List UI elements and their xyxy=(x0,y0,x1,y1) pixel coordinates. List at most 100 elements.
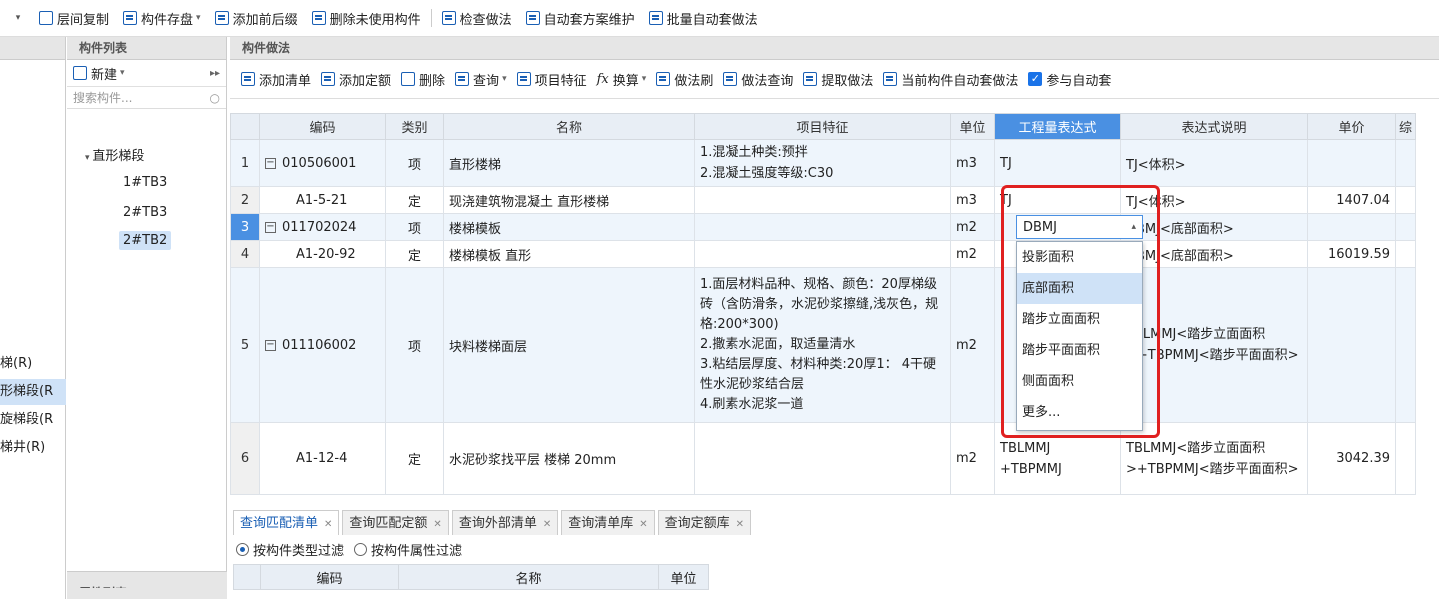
col-header[interactable]: 名称 xyxy=(398,564,659,590)
cell-extra[interactable] xyxy=(1395,139,1416,187)
col-header[interactable]: 编码 xyxy=(260,564,399,590)
cell-feature[interactable]: 1.混凝土种类:预拌 2.混凝土强度等级:C30 xyxy=(694,139,951,187)
tree-item-selected[interactable]: 2#TB2 xyxy=(119,231,172,250)
col-header[interactable]: 综 xyxy=(1395,113,1416,140)
dropdown-option-highlighted[interactable]: 底部面积 xyxy=(1017,273,1142,304)
table-row[interactable]: 5 −011106002 项 块料楼梯面层 1.面层材料品种、规格、颜色：20厚… xyxy=(230,267,1416,423)
radio-type-filter-label[interactable]: 按构件类型过滤 xyxy=(253,540,344,559)
feature-button[interactable]: 项目特征 xyxy=(512,61,592,98)
cell-expr[interactable]: TBLMMJ +TBPMMJ xyxy=(994,422,1121,495)
cell-price[interactable]: 16019.59 xyxy=(1307,240,1396,268)
dropdown-option[interactable]: 踏步立面面积 xyxy=(1017,304,1142,335)
cell-feature[interactable] xyxy=(694,186,951,214)
cell-desc[interactable]: DBMJ<底部面积> xyxy=(1120,240,1308,268)
col-header[interactable]: 项目特征 xyxy=(694,113,951,140)
col-header[interactable]: 编码 xyxy=(259,113,386,140)
tree-item[interactable]: 2#TB3 xyxy=(123,205,167,220)
table-row[interactable]: 6 A1-12-4 定 水泥砂浆找平层 楼梯 20mm m2 TBLMMJ +T… xyxy=(230,422,1416,495)
cell-name[interactable]: 楼梯模板 xyxy=(443,213,695,241)
tab-external-list[interactable]: 查询外部清单 ✕ xyxy=(451,510,559,535)
row-number[interactable]: 5 xyxy=(230,267,260,423)
new-component-button[interactable]: 新建 xyxy=(91,64,117,83)
convert-button[interactable]: fx 换算 ▾ xyxy=(592,61,652,98)
cell-desc[interactable]: TBLMMJ<踏步立面面积>+TBPMMJ<踏步平面面积> xyxy=(1120,422,1308,495)
toolbar-dropdown[interactable]: ▾ xyxy=(4,0,32,37)
row-number[interactable]: 2 xyxy=(230,186,260,214)
radio-type-filter[interactable] xyxy=(236,542,249,556)
toolbar-batch-auto-button[interactable]: 批量自动套做法 xyxy=(642,0,765,37)
method-query-button[interactable]: 做法查询 xyxy=(718,61,798,98)
cell-price[interactable]: 1407.04 xyxy=(1307,186,1396,214)
method-brush-button[interactable]: 做法刷 xyxy=(651,61,718,98)
cell-cat[interactable]: 定 xyxy=(385,186,444,214)
table-row-selected[interactable]: 3 −011702024 项 楼梯模板 m2 DBMJ<底部面积> xyxy=(230,213,1416,241)
cell-expr[interactable]: TJ xyxy=(994,139,1121,187)
cell-unit[interactable]: m2 xyxy=(950,240,995,268)
dropdown-option[interactable]: 侧面面积 xyxy=(1017,366,1142,397)
row-number[interactable]: 1 xyxy=(230,139,260,187)
cell-price[interactable] xyxy=(1307,139,1396,187)
left-nav-item[interactable]: 梯井(R) xyxy=(0,435,66,461)
cell-desc[interactable]: TJ<体积> xyxy=(1120,186,1308,214)
row-number[interactable]: 6 xyxy=(230,422,260,495)
toolbar-check-method-button[interactable]: 检查做法 xyxy=(435,0,519,37)
col-header[interactable]: 类别 xyxy=(385,113,444,140)
cell-cat[interactable]: 定 xyxy=(385,240,444,268)
cell-desc[interactable]: TJ<体积> xyxy=(1120,139,1308,187)
chevron-up-icon[interactable]: ▴ xyxy=(1131,222,1136,232)
cell-desc[interactable]: DBMJ<底部面积> xyxy=(1120,213,1308,241)
tree-item[interactable]: 1#TB3 xyxy=(123,175,167,190)
cell-desc[interactable]: TBLMMJ<踏步立面面积>+TBPMMJ<踏步平面面积> xyxy=(1120,267,1308,423)
cell-unit[interactable]: m2 xyxy=(950,422,995,495)
close-icon[interactable]: ✕ xyxy=(324,519,332,530)
radio-attr-filter-label[interactable]: 按构件属性过滤 xyxy=(371,540,462,559)
cell-feature[interactable] xyxy=(694,240,951,268)
close-icon[interactable]: ✕ xyxy=(639,519,647,530)
col-header[interactable]: 名称 xyxy=(443,113,695,140)
cell-unit[interactable]: m2 xyxy=(950,267,995,423)
cell-cat[interactable]: 项 xyxy=(385,267,444,423)
cell-code[interactable]: A1-20-92 xyxy=(259,240,386,268)
cell-unit[interactable]: m2 xyxy=(950,213,995,241)
left-nav-item[interactable]: 旋梯段(R xyxy=(0,407,66,433)
col-header[interactable]: 单位 xyxy=(950,113,995,140)
cell-code[interactable]: −011702024 xyxy=(259,213,386,241)
dropdown-option-more[interactable]: 更多... xyxy=(1017,397,1142,428)
auto-participate-checkbox[interactable]: ✓ 参与自动套 xyxy=(1023,61,1116,98)
cell-price[interactable]: 3042.39 xyxy=(1307,422,1396,495)
col-header-active[interactable]: 工程量表达式 xyxy=(994,113,1121,140)
table-row[interactable]: 1 −010506001 项 直形楼梯 1.混凝土种类:预拌 2.混凝土强度等级… xyxy=(230,139,1416,187)
cell-cat[interactable]: 定 xyxy=(385,422,444,495)
cell-feature[interactable]: 1.面层材料品种、规格、颜色：20厚梯级砖（含防滑条，水泥砂浆擦缝,浅灰色，规格… xyxy=(694,267,951,423)
tree-root[interactable]: ▾ 直形梯段 xyxy=(85,145,144,164)
toolbar-copy-floor-button[interactable]: 层间复制 xyxy=(32,0,116,37)
cell-price[interactable] xyxy=(1307,267,1396,423)
cell-unit[interactable]: m3 xyxy=(950,139,995,187)
collapse-icon[interactable]: − xyxy=(265,157,276,169)
cell-name[interactable]: 楼梯模板 直形 xyxy=(443,240,695,268)
collapse-icon[interactable]: − xyxy=(265,221,276,233)
left-nav-item[interactable]: 梯(R) xyxy=(0,351,66,377)
col-header[interactable]: 表达式说明 xyxy=(1120,113,1308,140)
add-quota-button[interactable]: 添加定额 xyxy=(316,61,396,98)
cell-name[interactable]: 直形楼梯 xyxy=(443,139,695,187)
toolbar-auto-scheme-button[interactable]: 自动套方案维护 xyxy=(519,0,642,37)
table-row[interactable]: 4 A1-20-92 定 楼梯模板 直形 m2 DBMJ<底部面积> 16019… xyxy=(230,240,1416,268)
chevron-down-icon[interactable]: ▾ xyxy=(120,68,125,78)
cell-name[interactable]: 水泥砂浆找平层 楼梯 20mm xyxy=(443,422,695,495)
row-number[interactable]: 3 xyxy=(230,213,260,241)
cell-extra[interactable] xyxy=(1395,186,1416,214)
tab-quota-library[interactable]: 查询定额库 ✕ xyxy=(657,510,752,535)
expr-combo-box[interactable]: DBMJ ▴ xyxy=(1016,215,1143,239)
toolbar-save-component-button[interactable]: 构件存盘 ▾ xyxy=(116,0,208,37)
col-header[interactable]: 单位 xyxy=(658,564,709,590)
cell-extra[interactable] xyxy=(1395,422,1416,495)
auto-apply-button[interactable]: 当前构件自动套做法 xyxy=(878,61,1023,98)
toolbar-add-affix-button[interactable]: 添加前后缀 xyxy=(208,0,305,37)
close-icon[interactable]: ✕ xyxy=(736,519,744,530)
row-number[interactable]: 4 xyxy=(230,240,260,268)
collapse-icon[interactable]: − xyxy=(265,339,276,351)
expand-panel-icon[interactable]: ▸▸ xyxy=(210,68,220,79)
cell-extra[interactable] xyxy=(1395,267,1416,423)
cell-unit[interactable]: m3 xyxy=(950,186,995,214)
